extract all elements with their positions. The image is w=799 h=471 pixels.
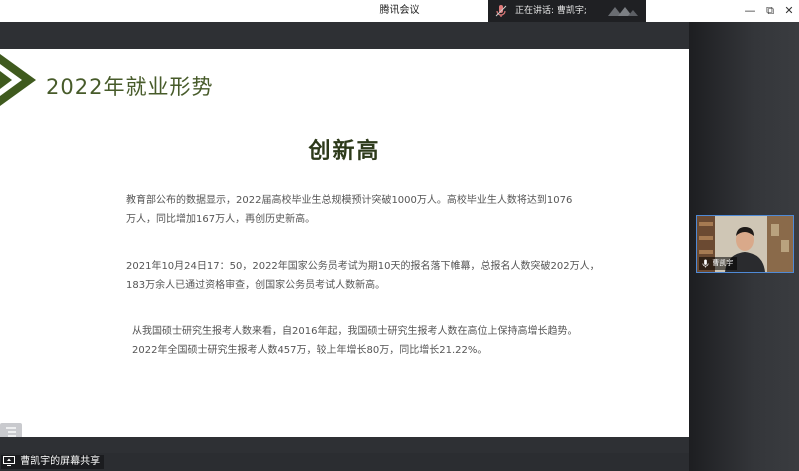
participant-name-bar: 曹凯宇 (699, 257, 738, 270)
window-titlebar: 腾讯会议 正在讲话: 曹凯宇; — ⧉ ✕ (0, 0, 799, 23)
speaking-label: 正在讲话: 曹凯宇; (515, 6, 587, 16)
participant-video-tile[interactable]: 曹凯宇 (696, 215, 794, 273)
paragraph-line: 2021年10月24日17：50，2022年国家公务员考试为期10天的报名落下帷… (126, 261, 600, 272)
tencent-meeting-logo-icon (608, 7, 638, 16)
slide-accent-triangles (0, 54, 36, 106)
slide-paragraph-3: 从我国硕士研究生报考人数来看，自2016年起，我国硕士研究生报考人数在高位上保持… (132, 322, 577, 360)
paragraph-line: 万人，同比增加167万人，再创历史新高。 (126, 214, 316, 225)
screen-share-label[interactable]: 曹凯宇的屏幕共享 (1, 455, 105, 469)
slide-top-letterbox (0, 22, 689, 49)
slide-heading: 2022年就业形势 (46, 75, 214, 99)
slide-paragraph-1: 教育部公布的数据显示，2022届高校毕业生总规模预计突破1000万人。高校毕业生… (126, 191, 572, 229)
app-title: 腾讯会议 (379, 5, 420, 16)
slide-paragraph-2: 2021年10月24日17：50，2022年国家公务员考试为期10天的报名落下帷… (126, 257, 600, 295)
microphone-icon (702, 258, 709, 268)
paragraph-line: 2022年全国硕士研究生报考人数457万，较上年增长80万，同比增长21.22%… (132, 345, 488, 356)
speaking-indicator: 正在讲话: 曹凯宇; (488, 0, 646, 22)
screen-share-text: 曹凯宇的屏幕共享 (20, 456, 101, 467)
paragraph-line: 教育部公布的数据显示，2022届高校毕业生总规模预计突破1000万人。高校毕业生… (126, 195, 573, 206)
microphone-icon (495, 5, 507, 17)
slide-title: 创新高 (308, 139, 381, 164)
participant-name: 曹凯宇 (712, 259, 734, 267)
paragraph-line: 从我国硕士研究生报考人数来看，自2016年起，我国硕士研究生报考人数在高位上保持… (132, 326, 578, 337)
screen-share-icon (3, 456, 15, 466)
close-button[interactable]: ✕ (777, 0, 799, 22)
slide-bottom-letterbox (0, 437, 689, 453)
shared-slide: 2022年就业形势 创新高 教育部公布的数据显示，2022届高校毕业生总规模预计… (0, 49, 689, 441)
paragraph-line: 183万余人已通过资格审查，创国家公务员考试人数新高。 (126, 280, 386, 291)
